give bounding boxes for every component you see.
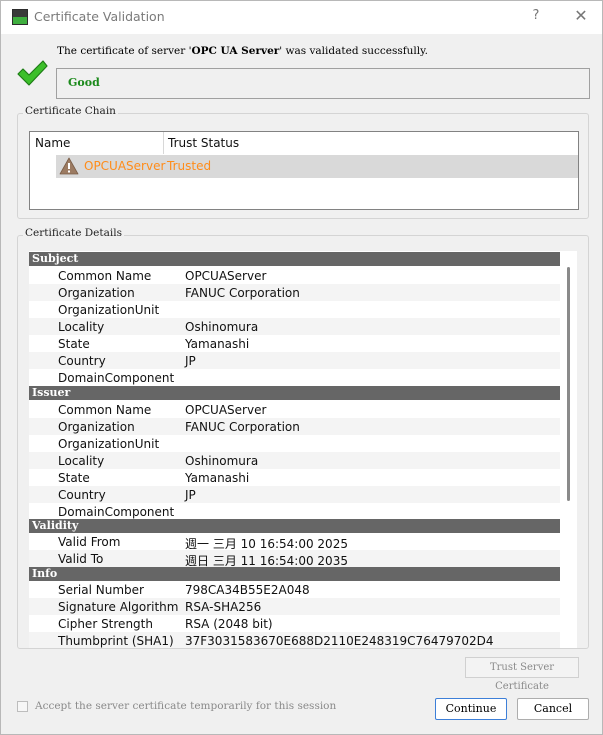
chain-row-name: OPCUAServer — [84, 159, 166, 173]
validation-message: The certificate of server 'OPC UA Server… — [57, 45, 429, 57]
detail-row: Locality Oshinomura — [29, 452, 560, 469]
section-header-validity: Validity — [29, 519, 560, 533]
detail-row: Country JP — [29, 486, 560, 503]
detail-row: OrganizationUnit — [58, 303, 160, 317]
help-button[interactable]: ? — [529, 8, 543, 26]
detail-row: Valid To 週日 三月 11 16:54:00 2035 — [29, 550, 560, 568]
certificate-details-label: Certificate Details — [23, 227, 124, 239]
trust-server-certificate-button[interactable]: Trust Server Certificate — [465, 657, 579, 692]
detail-row: Serial Number 798CA34B55E2A048 — [58, 583, 310, 597]
certificate-details-list[interactable]: Subject Common Name OPCUAServer Organizat… — [29, 251, 577, 648]
detail-row: OrganizationUnit — [58, 437, 160, 451]
detail-row: Signature Algorithm RSA-SHA256 — [29, 598, 560, 615]
warning-icon — [59, 157, 79, 175]
detail-row: State Yamanashi — [58, 471, 250, 485]
status-box: Good — [56, 68, 590, 99]
column-divider[interactable] — [163, 132, 164, 154]
window-title: Certificate Validation — [34, 9, 165, 24]
chain-row-trust-status: Trusted — [167, 159, 212, 173]
cancel-button[interactable]: Cancel — [517, 698, 589, 720]
app-icon — [12, 9, 28, 25]
detail-row: Organization FANUC Corporation — [29, 418, 560, 435]
detail-row: Organization FANUC Corporation — [29, 284, 560, 301]
vertical-scrollbar[interactable] — [567, 267, 570, 501]
certificate-chain-label: Certificate Chain — [23, 105, 118, 117]
server-name: OPC UA Server — [191, 45, 280, 57]
section-header-info: Info — [29, 567, 560, 581]
certificate-chain-list[interactable]: Name Trust Status OPCUAServer Trusted — [29, 131, 579, 210]
chain-header: Name Trust Status — [30, 132, 578, 154]
detail-row: Cipher Strength RSA (2048 bit) — [58, 617, 273, 631]
detail-row: State Yamanashi — [58, 337, 250, 351]
checkmark-icon — [17, 60, 48, 86]
certificate-validation-dialog: Certificate Validation ? ✕ The certifica… — [0, 0, 603, 735]
section-header-issuer: Issuer — [29, 386, 560, 400]
close-icon[interactable]: ✕ — [571, 6, 591, 26]
title-bar: Certificate Validation ? ✕ — [1, 1, 602, 34]
detail-row: Country JP — [29, 352, 560, 369]
status-text: Good — [68, 76, 100, 89]
section-header-subject: Subject — [29, 252, 560, 266]
detail-row: Thumbprint (SHA1) 37F3031583670E688D2110E… — [29, 632, 560, 648]
accept-temporarily-checkbox[interactable] — [17, 701, 28, 712]
detail-row: DomainComponent — [58, 505, 175, 519]
accept-temporarily-label[interactable]: Accept the server certificate temporaril… — [35, 700, 336, 712]
detail-row: Common Name OPCUAServer — [58, 269, 267, 283]
detail-row: Locality Oshinomura — [29, 318, 560, 335]
detail-row: DomainComponent — [58, 371, 175, 385]
column-header-name[interactable]: Name — [35, 136, 70, 150]
continue-button[interactable]: Continue — [435, 698, 507, 720]
detail-row: Valid From 週一 三月 10 16:54:00 2025 — [58, 535, 348, 551]
chain-row[interactable]: OPCUAServer Trusted — [56, 155, 578, 178]
column-header-trust-status[interactable]: Trust Status — [168, 136, 239, 150]
detail-row: Common Name OPCUAServer — [58, 403, 267, 417]
